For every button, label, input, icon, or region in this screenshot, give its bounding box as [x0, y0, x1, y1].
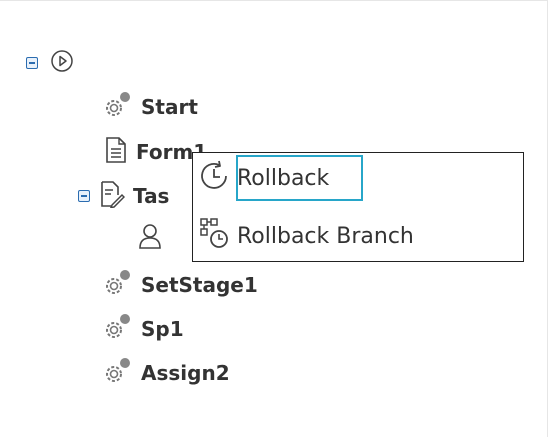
tree-node-sp1[interactable]: Sp1 — [103, 314, 184, 344]
focus-outline — [236, 155, 363, 201]
gear-icon — [103, 313, 133, 345]
tree-node-root[interactable] — [26, 48, 74, 78]
workflow-tree-panel: Start Form1 Tas SetStage1 Sp1 Assign2 Ro… — [0, 0, 548, 437]
tree-node-label: SetStage1 — [141, 273, 258, 297]
branch-rollback-icon — [199, 217, 231, 255]
tree-node-user[interactable] — [138, 223, 162, 253]
tree-node-setstage1[interactable]: SetStage1 — [103, 270, 258, 300]
tree-node-label: Start — [141, 95, 198, 119]
tree-node-label: Sp1 — [141, 317, 184, 341]
tree-node-task[interactable]: Tas — [78, 181, 169, 211]
play-circle-icon — [50, 49, 74, 77]
user-icon — [138, 222, 162, 254]
menu-item-label: Rollback Branch — [237, 223, 414, 249]
gear-icon — [103, 357, 133, 389]
task-edit-icon — [99, 180, 126, 212]
tree-node-assign2[interactable]: Assign2 — [103, 358, 230, 388]
tree-node-label: Assign2 — [141, 361, 230, 385]
collapse-toggle-icon[interactable] — [78, 190, 90, 202]
clock-rollback-icon — [197, 159, 231, 197]
collapse-toggle-icon[interactable] — [26, 57, 38, 69]
menu-item-rollback-branch[interactable]: Rollback Branch — [199, 216, 414, 256]
gear-icon — [103, 269, 133, 301]
gear-icon — [103, 91, 133, 123]
tree-node-label: Tas — [133, 184, 170, 208]
context-menu: Rollback Rollback Branch — [192, 152, 524, 262]
tree-node-start[interactable]: Start — [103, 92, 198, 122]
document-icon — [104, 136, 128, 168]
